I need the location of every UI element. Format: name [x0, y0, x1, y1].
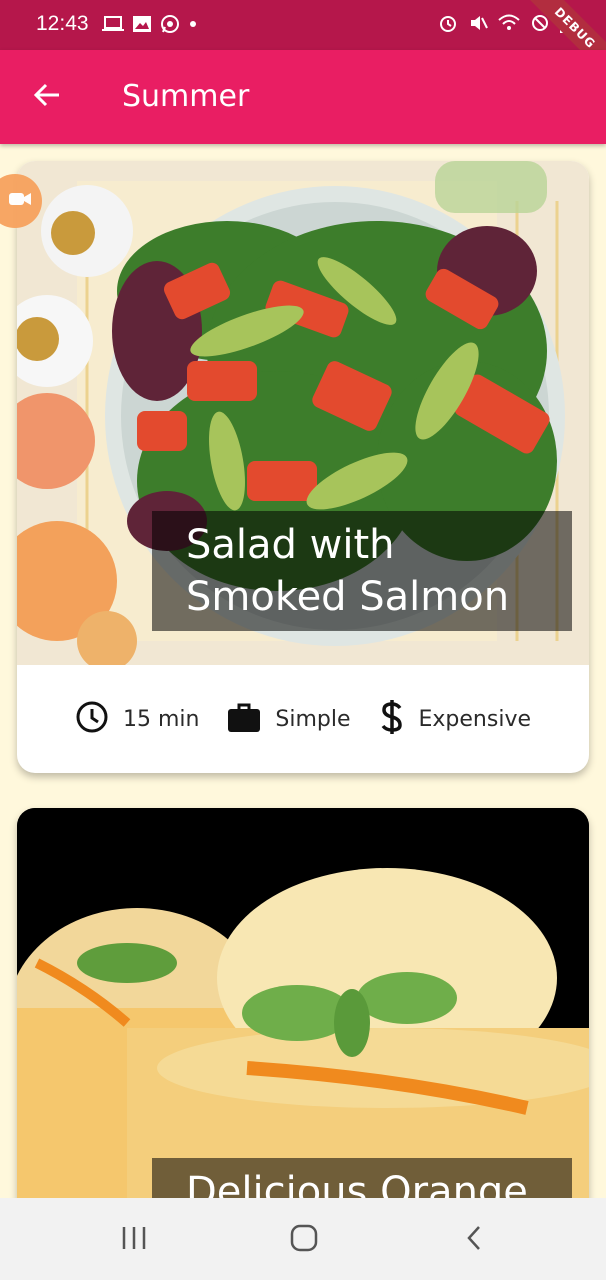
page-title: Summer: [122, 79, 250, 114]
briefcase-icon: [227, 701, 261, 737]
complexity-info: Simple: [227, 701, 351, 737]
complexity-text: Simple: [275, 706, 351, 732]
recipe-title: Salad with Smoked Salmon: [186, 522, 510, 620]
affordability-text: Expensive: [418, 706, 532, 732]
recipe-card[interactable]: Delicious Orange: [17, 808, 589, 1228]
whatsapp-icon: [160, 14, 180, 38]
home-button[interactable]: [284, 1222, 324, 1258]
duration-text: 15 min: [122, 706, 200, 732]
alarm-icon: [438, 13, 458, 37]
clock-icon: [75, 700, 109, 738]
recent-apps-icon: [120, 1225, 148, 1255]
video-camera-icon: [8, 190, 32, 212]
recipe-card[interactable]: Salad with Smoked Salmon 15 min Simple E…: [17, 161, 589, 773]
back-button[interactable]: [26, 76, 68, 118]
back-nav-button[interactable]: [454, 1222, 494, 1258]
status-icons-left: [102, 14, 198, 38]
recipe-info-row: 15 min Simple Expensive: [17, 665, 589, 773]
app-bar: Summer: [0, 50, 606, 144]
dot-icon: [188, 14, 198, 38]
duration-info: 15 min: [75, 700, 199, 738]
wifi-icon: [498, 14, 520, 36]
recipe-title-overlay: Salad with Smoked Salmon: [152, 511, 572, 631]
laptop-icon: [102, 15, 124, 37]
arrow-back-icon: [32, 80, 62, 114]
recent-apps-button[interactable]: [114, 1222, 154, 1258]
mute-icon: [468, 13, 488, 37]
status-bar: 12:43 DEBUG: [0, 0, 606, 83]
home-icon: [289, 1223, 319, 1257]
affordability-info: Expensive: [379, 699, 532, 739]
dollar-icon: [379, 699, 405, 739]
status-time: 12:43: [36, 12, 89, 35]
image-icon: [132, 15, 152, 37]
chevron-left-icon: [464, 1224, 484, 1256]
system-nav-bar: [0, 1198, 606, 1280]
